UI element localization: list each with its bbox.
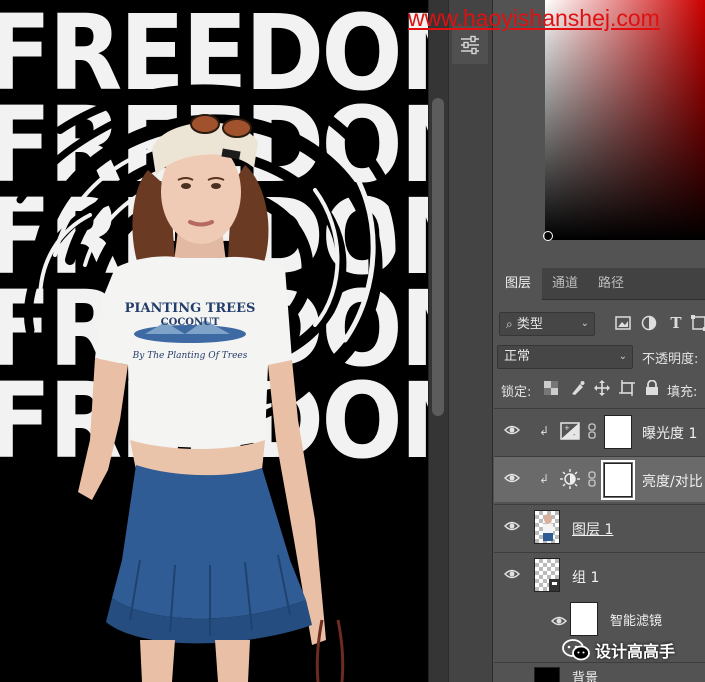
exposure-icon: +-	[560, 422, 580, 440]
search-icon: ⌕	[506, 317, 513, 331]
smart-filter-mask-thumbnail[interactable]	[570, 602, 598, 636]
link-icon[interactable]	[588, 423, 596, 439]
canvas-scrollbar-thumb[interactable]	[432, 98, 444, 416]
filter-shape-icon[interactable]	[690, 314, 705, 332]
clipping-mask-icon: ↲	[539, 472, 550, 486]
lock-image-pixels-icon[interactable]	[570, 380, 586, 396]
filter-pixel-icon[interactable]	[614, 314, 632, 332]
layer-row-group-1[interactable]: 组 1	[494, 552, 705, 598]
tab-paths[interactable]: 路径	[588, 268, 634, 300]
layer-row-brightness-contrast[interactable]: ↲ 亮度/对比	[494, 456, 705, 502]
layer-thumbnail[interactable]	[534, 667, 560, 682]
social-watermark: 设计高高手	[562, 638, 675, 662]
layer-name: 亮度/对比	[642, 474, 703, 490]
tshirt-print-tagline: By The Planting Of Trees	[132, 351, 248, 361]
layer-row-background[interactable]: 背景	[494, 662, 705, 682]
lock-transparent-pixels-icon[interactable]	[544, 381, 558, 395]
tab-channels[interactable]: 通道	[542, 268, 588, 300]
opacity-label: 不透明度:	[642, 352, 699, 367]
model-photo: PIANTING TREES COCONUT By The Planting O…	[78, 114, 345, 682]
chevron-down-icon: ⌄	[618, 351, 627, 362]
sliders-icon	[461, 35, 479, 55]
chevron-down-icon: ⌄	[580, 318, 589, 329]
layer-filter-select[interactable]: ⌕ 类型 ⌄	[499, 312, 595, 336]
eye-icon[interactable]	[504, 520, 520, 532]
layer-thumbnail[interactable]	[534, 510, 560, 544]
lock-artboard-icon[interactable]	[619, 380, 635, 396]
layer-row-layer-1[interactable]: 图层 1	[494, 504, 705, 550]
layer-name: 背景	[572, 671, 599, 682]
clipping-mask-icon: ↲	[539, 424, 550, 438]
wechat-icon	[562, 639, 590, 661]
link-icon[interactable]	[588, 471, 596, 487]
brightness-contrast-icon	[560, 469, 580, 489]
layers-tab-bar: 图层 通道 路径	[494, 268, 705, 300]
blend-mode-select[interactable]: 正常 ⌄	[497, 345, 633, 369]
filter-adjustment-icon[interactable]	[640, 314, 658, 332]
tshirt-print-title: PIANTING TREES	[125, 301, 256, 316]
layer-filter-value: 类型	[516, 317, 543, 332]
lock-label: 锁定:	[501, 385, 532, 400]
layer-mask-thumbnail[interactable]	[604, 415, 632, 449]
eye-icon[interactable]	[504, 424, 520, 436]
panel-icon-strip	[448, 0, 492, 682]
layers-panel: 图层 通道 路径 ⌕ 类型 ⌄ T 正常 ⌄ 不透明度: 锁定: 填充: ↲ +…	[494, 268, 705, 682]
eye-icon[interactable]	[504, 472, 520, 484]
svg-text:+: +	[564, 424, 570, 432]
color-picker-field[interactable]	[545, 0, 705, 240]
filter-type-icon[interactable]: T	[667, 314, 685, 332]
layer-name: 曝光度 1	[642, 426, 698, 442]
lock-all-icon[interactable]	[645, 380, 659, 396]
layer-thumbnail[interactable]	[534, 558, 560, 592]
tab-layers[interactable]: 图层	[494, 268, 542, 300]
eye-icon[interactable]	[504, 568, 520, 580]
layer-row-exposure[interactable]: ↲ + - 曝光度 1	[494, 408, 705, 454]
fill-label: 填充:	[667, 385, 698, 400]
color-picker-cursor[interactable]	[543, 231, 553, 241]
layer-name: 智能滤镜	[610, 614, 663, 629]
eye-icon[interactable]	[551, 615, 567, 627]
layer-mask-thumbnail[interactable]	[601, 460, 635, 500]
social-watermark-text: 设计高高手	[595, 642, 676, 661]
layer-name: 组 1	[572, 570, 600, 586]
document-canvas[interactable]: FREEDOM FREEDOM FREEDOM FREEDOM FREEDOM	[0, 0, 428, 682]
blend-mode-value: 正常	[504, 349, 531, 364]
lock-position-icon[interactable]	[594, 380, 610, 396]
tshirt-print-subtitle: COCONUT	[161, 317, 220, 328]
layer-name: 图层 1	[572, 522, 614, 538]
site-watermark: www.haoyishanshej.com	[408, 5, 660, 31]
